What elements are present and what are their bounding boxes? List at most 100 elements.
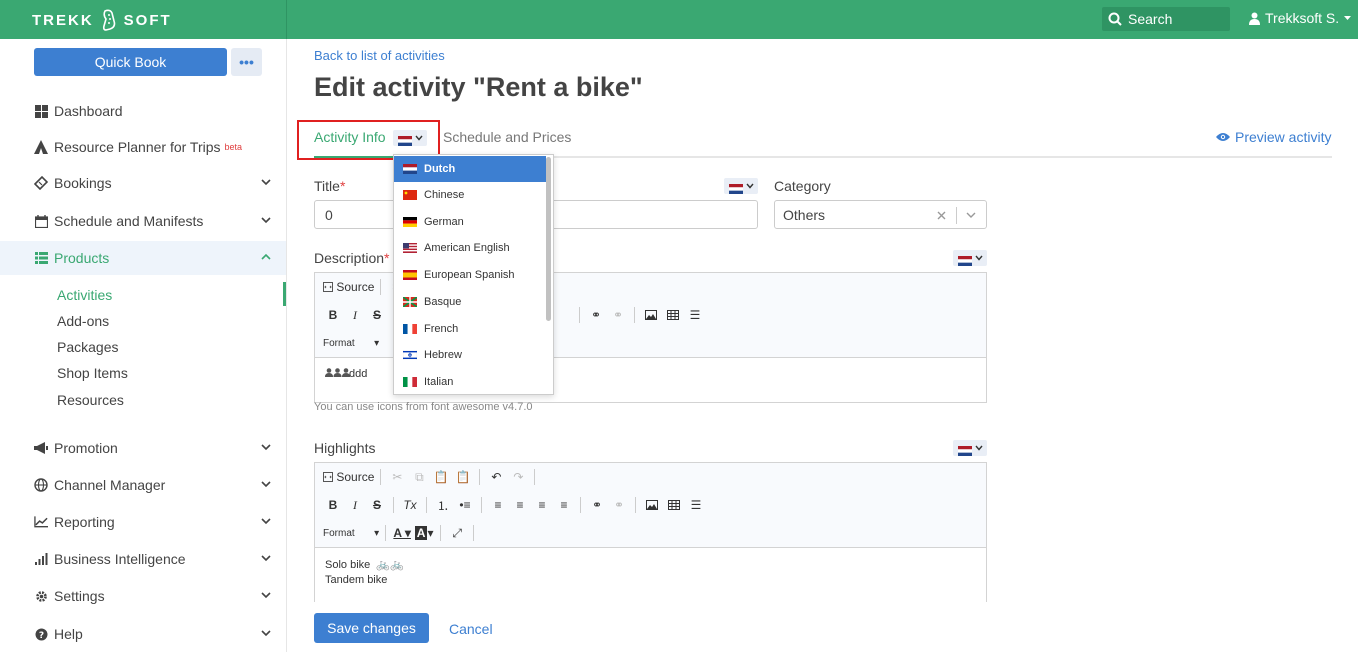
align-center-icon[interactable]: ≡ (510, 495, 530, 515)
bold-icon[interactable]: B (323, 305, 343, 325)
language-option-hebrew[interactable]: Hebrew (394, 342, 546, 368)
more-options-button[interactable]: ••• (231, 48, 262, 76)
language-option-label: Italian (424, 376, 454, 388)
sidebar-item-settings[interactable]: Settings (0, 579, 286, 613)
description-language-select[interactable] (953, 250, 987, 266)
sidebar-item-resource-planner[interactable]: Resource Planner for Trips beta (0, 130, 286, 164)
logo-area: TREKK SOFT (0, 0, 287, 39)
language-option-label: Basque (424, 296, 462, 308)
search-input[interactable]: Search (1102, 7, 1230, 31)
numbered-list-icon[interactable]: ⒈ (433, 495, 453, 515)
paste-text-icon[interactable]: 📋 (453, 467, 473, 487)
align-justify-icon[interactable]: ≡ (554, 495, 574, 515)
sidebar-item-schedule[interactable]: Schedule and Manifests (0, 204, 286, 238)
language-option-dutch[interactable]: Dutch (394, 156, 546, 182)
background-color-icon[interactable]: A ▾ (414, 523, 434, 543)
source-button[interactable]: Source (323, 277, 374, 297)
language-option-american-english[interactable]: American English (394, 235, 546, 261)
logo-text-right: SOFT (123, 11, 172, 29)
sidebar-item-help[interactable]: ? Help (0, 617, 286, 651)
netherlands-flag-icon (957, 443, 972, 456)
highlights-body[interactable]: Solo bike 🚲🚲 Tandem bike (315, 548, 986, 598)
sidebar-subitem-shop-items[interactable]: Shop Items (57, 365, 128, 381)
sidebar-item-label: Products (54, 250, 110, 266)
cut-icon[interactable]: ✂ (387, 467, 407, 487)
language-option-german[interactable]: German (394, 209, 546, 235)
user-icon (1249, 12, 1260, 25)
cancel-link[interactable]: Cancel (449, 621, 493, 637)
link-icon[interactable]: ⚭ (586, 305, 606, 325)
category-value: Others (783, 206, 826, 223)
remove-format-icon[interactable]: Tx (400, 495, 420, 515)
netherlands-flag-icon (957, 253, 972, 266)
bullet-list-icon[interactable]: •≡ (455, 495, 475, 515)
language-option-european-spanish[interactable]: European Spanish (394, 262, 546, 288)
toolbar-separator (385, 525, 387, 541)
table-icon[interactable] (664, 495, 684, 515)
format-dropdown[interactable]: Format ▾ (323, 523, 379, 543)
eye-icon (1216, 133, 1230, 141)
unlink-icon[interactable]: ⚭ (608, 305, 628, 325)
sidebar-item-label: Dashboard (54, 103, 123, 119)
sidebar-subitem-activities[interactable]: Activities (57, 287, 112, 303)
sidebar-subitem-addons[interactable]: Add-ons (57, 313, 109, 329)
image-icon[interactable] (641, 305, 661, 325)
sidebar-item-reporting[interactable]: Reporting (0, 505, 286, 539)
horizontal-rule-icon[interactable]: ☰ (686, 495, 706, 515)
undo-icon[interactable]: ↶ (486, 467, 506, 487)
text-color-icon[interactable]: A ▾ (392, 523, 412, 543)
title-language-select[interactable] (724, 178, 758, 194)
image-icon[interactable] (642, 495, 662, 515)
language-option-label: American English (424, 242, 510, 254)
save-changes-button[interactable]: Save changes (314, 613, 429, 643)
logo[interactable]: TREKK SOFT (32, 9, 172, 31)
strike-icon[interactable]: S (367, 305, 387, 325)
sidebar-subitem-packages[interactable]: Packages (57, 339, 118, 355)
horizontal-rule-icon[interactable]: ☰ (685, 305, 705, 325)
beta-badge: beta (224, 142, 243, 152)
sidebar-item-products[interactable]: Products (0, 241, 286, 275)
toolbar-row: B I S Tx ⒈ •≡ ≡ ≡ ≡ ≡ ⚭ ⚭ ☰ (315, 491, 986, 519)
format-dropdown[interactable]: Format ▾ (323, 333, 379, 353)
table-icon[interactable] (663, 305, 683, 325)
sidebar-item-channel-manager[interactable]: Channel Manager (0, 468, 286, 502)
toolbar-separator (534, 469, 536, 485)
align-left-icon[interactable]: ≡ (488, 495, 508, 515)
redo-icon[interactable]: ↷ (508, 467, 528, 487)
paste-icon[interactable]: 📋 (431, 467, 451, 487)
sidebar-item-business-intelligence[interactable]: Business Intelligence (0, 542, 286, 576)
sidebar-item-promotion[interactable]: Promotion (0, 431, 286, 465)
sidebar-subitem-resources[interactable]: Resources (57, 392, 124, 408)
link-icon[interactable]: ⚭ (587, 495, 607, 515)
highlights-language-select[interactable] (953, 440, 987, 456)
basque-flag-icon (402, 296, 418, 308)
back-link[interactable]: Back to list of activities (314, 48, 445, 63)
copy-icon[interactable]: ⧉ (409, 467, 429, 487)
language-option-chinese[interactable]: Chinese (394, 182, 546, 208)
language-option-french[interactable]: French (394, 316, 546, 342)
dropdown-scrollbar[interactable] (546, 157, 551, 321)
user-menu[interactable]: Trekksoft S. (1249, 10, 1352, 26)
tab-schedule-prices[interactable]: Schedule and Prices (443, 129, 571, 145)
sidebar-item-bookings[interactable]: Bookings (0, 166, 286, 200)
preview-activity-link[interactable]: Preview activity (1216, 129, 1331, 145)
sidebar-item-dashboard[interactable]: Dashboard (0, 94, 286, 128)
clear-icon[interactable] (937, 211, 946, 220)
quick-book-button[interactable]: Quick Book (34, 48, 227, 76)
preview-label: Preview activity (1235, 129, 1332, 145)
category-select[interactable]: Others (774, 200, 987, 229)
maximize-icon[interactable]: ⤢ (447, 523, 467, 543)
italic-icon[interactable]: I (345, 305, 365, 325)
strike-icon[interactable]: S (367, 495, 387, 515)
chevron-down-icon (261, 217, 271, 224)
language-option-italian[interactable]: Italian (394, 369, 546, 394)
source-button[interactable]: Source (323, 467, 374, 487)
language-option-basque[interactable]: Basque (394, 289, 546, 315)
sidebar-item-label: Resource Planner for Trips (54, 139, 221, 155)
sidebar-item-label: Settings (54, 588, 105, 604)
italic-icon[interactable]: I (345, 495, 365, 515)
align-right-icon[interactable]: ≡ (532, 495, 552, 515)
unlink-icon[interactable]: ⚭ (609, 495, 629, 515)
bold-icon[interactable]: B (323, 495, 343, 515)
megaphone-icon (34, 441, 48, 455)
